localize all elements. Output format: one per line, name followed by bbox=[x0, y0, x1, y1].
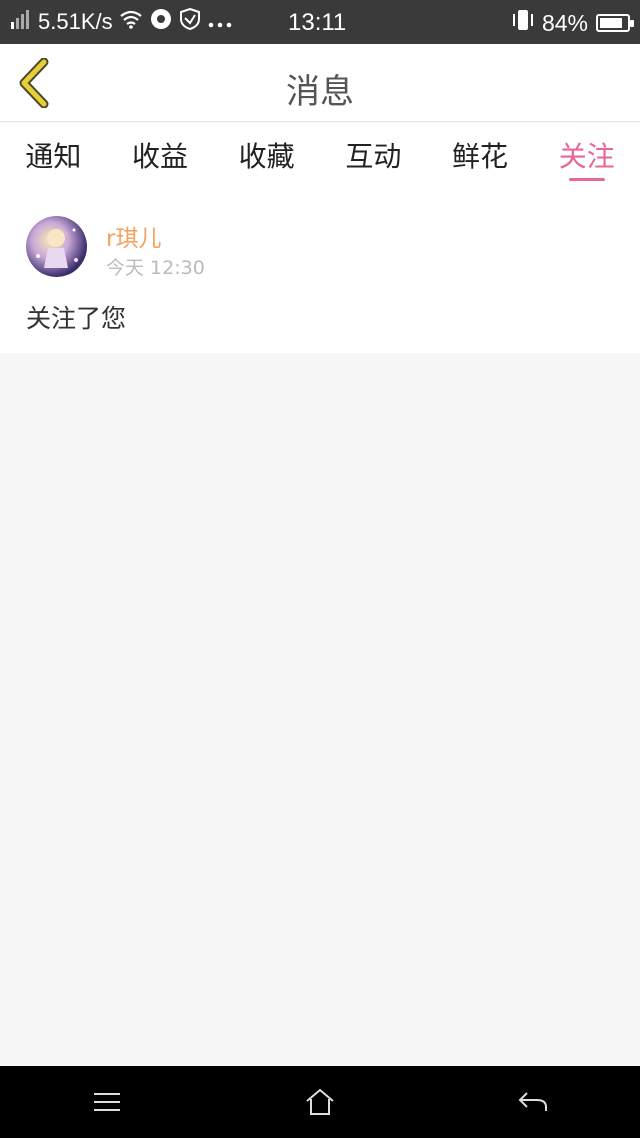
status-right: 84% bbox=[512, 8, 634, 38]
status-bar: 5.51K/s 13:11 84% bbox=[0, 0, 640, 44]
back-icon bbox=[518, 1092, 548, 1111]
username-link[interactable]: r琪儿 bbox=[106, 219, 161, 253]
home-button[interactable] bbox=[290, 1072, 350, 1132]
tab-label: 收益 bbox=[132, 140, 189, 173]
tab-label: 互动 bbox=[345, 140, 402, 173]
tab-label: 鲜花 bbox=[452, 140, 509, 173]
network-speed: 5.51K/s bbox=[38, 9, 113, 34]
list-item[interactable]: r琪儿 今天 12:30 关注了您 bbox=[0, 189, 640, 353]
tab-interactions[interactable]: 互动 bbox=[320, 123, 427, 189]
sync-icon bbox=[149, 7, 173, 37]
battery-text: 84% bbox=[541, 9, 588, 36]
wifi-icon bbox=[119, 9, 143, 35]
status-time: 13:11 bbox=[288, 9, 347, 36]
tab-earnings[interactable]: 收益 bbox=[107, 123, 214, 189]
shield-icon bbox=[179, 7, 201, 37]
avatar[interactable] bbox=[26, 216, 87, 277]
more-dots-icon bbox=[207, 9, 233, 35]
phone-vibrate-icon bbox=[512, 8, 534, 38]
menu-button[interactable] bbox=[77, 1072, 137, 1132]
tab-label: 关注 bbox=[558, 140, 615, 173]
tab-bar: 通知 收益 收藏 互动 鲜花 关注 bbox=[0, 123, 640, 189]
battery-fill bbox=[600, 18, 622, 28]
tab-underline bbox=[568, 178, 605, 181]
system-nav-bar bbox=[0, 1066, 640, 1138]
tab-label: 收藏 bbox=[238, 140, 295, 173]
menu-icon bbox=[93, 1093, 120, 1111]
battery-icon bbox=[596, 14, 634, 32]
tab-favorites[interactable]: 收藏 bbox=[213, 123, 320, 189]
tab-label: 通知 bbox=[25, 140, 82, 173]
tab-notifications[interactable]: 通知 bbox=[0, 123, 107, 189]
signal-icon bbox=[10, 8, 32, 36]
tab-follows[interactable]: 关注 bbox=[533, 123, 640, 189]
tab-flowers[interactable]: 鲜花 bbox=[427, 123, 534, 189]
home-icon bbox=[306, 1088, 334, 1115]
page-title: 消息 bbox=[286, 72, 354, 112]
nav-bar: 消息 bbox=[0, 44, 640, 122]
back-nav-button[interactable] bbox=[503, 1072, 563, 1132]
message-text: 关注了您 bbox=[26, 304, 127, 333]
message-timestamp: 今天 12:30 bbox=[106, 257, 205, 279]
status-left: 5.51K/s bbox=[0, 7, 233, 37]
